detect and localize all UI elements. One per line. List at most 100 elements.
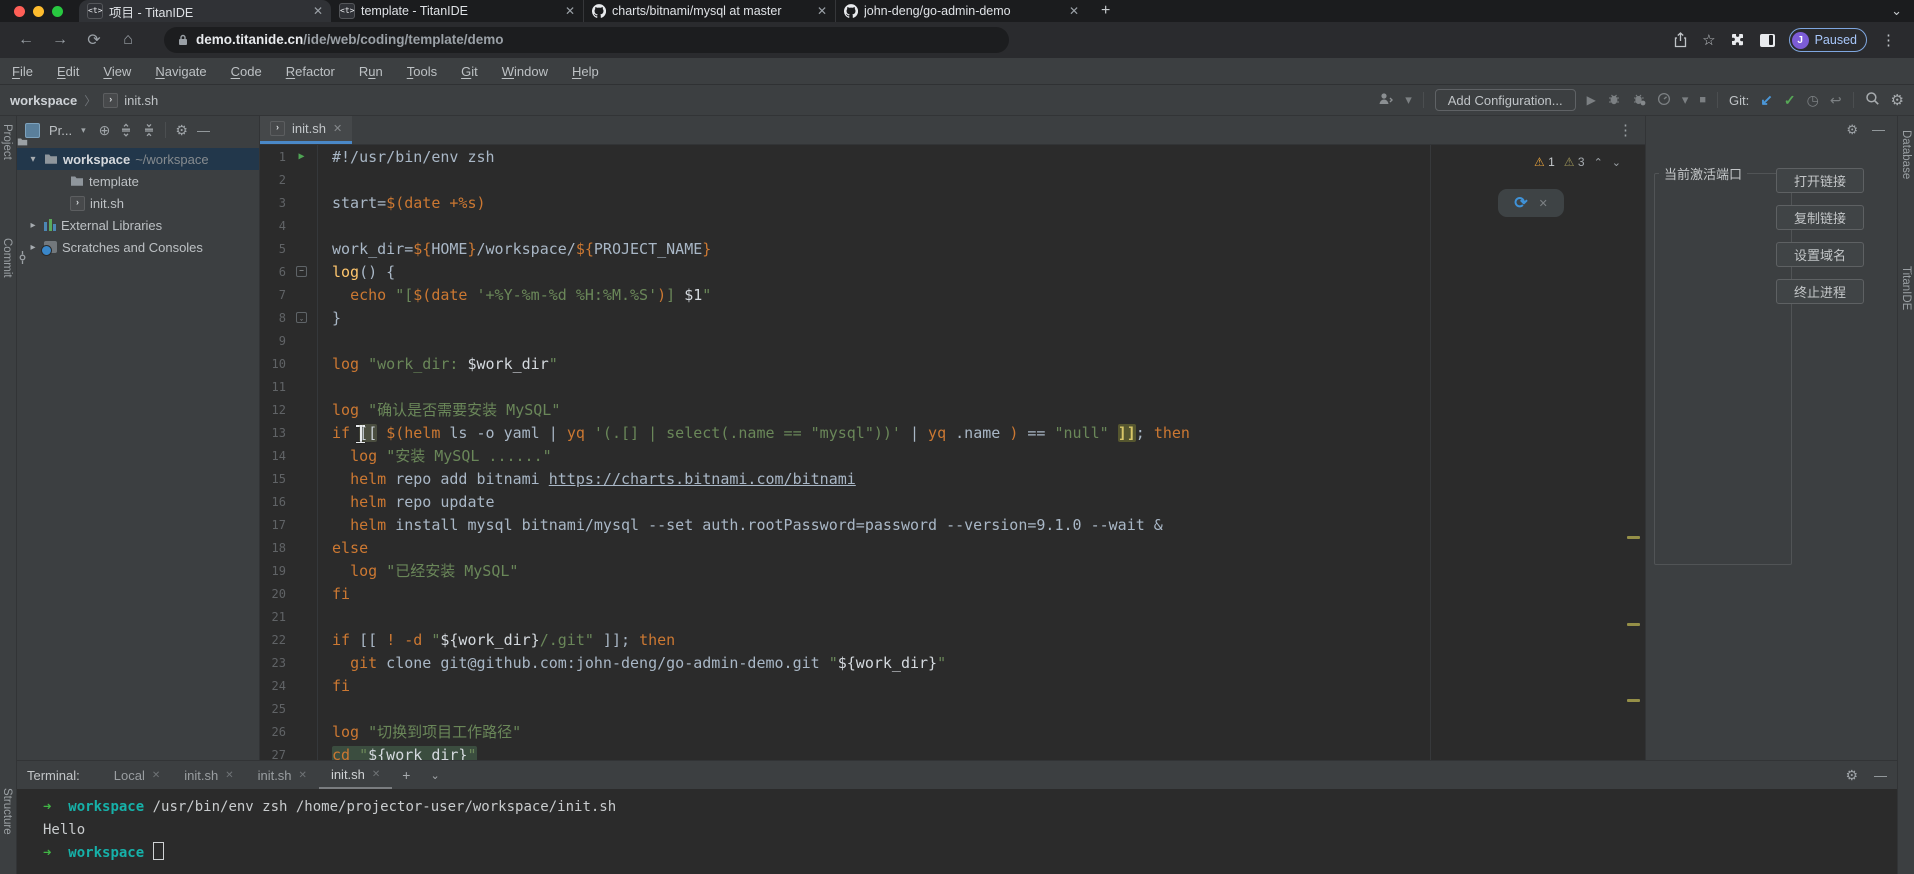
menu-item-window[interactable]: Window [502,64,548,79]
terminal-tab[interactable]: Local✕ [102,761,172,789]
hide-panel-icon[interactable]: — [197,123,210,138]
browser-tab[interactable]: charts/bitnami/mysql at master✕ [583,0,835,22]
menu-item-navigate[interactable]: Navigate [155,64,206,79]
fold-end-marker-icon[interactable]: ˬ [296,312,307,323]
collapse-all-icon[interactable] [142,123,156,137]
new-tab-button[interactable]: + [1087,0,1124,22]
editor-tab-close-icon[interactable]: ✕ [333,122,342,135]
profiler-button[interactable] [1657,92,1671,109]
tree-item-scratches-and-consoles[interactable]: ▸Scratches and Consoles [17,236,259,258]
run-options-chevron-icon[interactable]: ▾ [1682,92,1689,108]
breadcrumb-root[interactable]: workspace [10,93,77,108]
search-everywhere-icon[interactable] [1865,91,1880,109]
extensions-puzzle-icon[interactable] [1730,32,1746,48]
menu-item-view[interactable]: View [103,64,131,79]
code-with-me-chevron-icon[interactable]: ▾ [1405,92,1412,108]
port-button[interactable]: 打开链接 [1776,168,1864,193]
debug-button[interactable] [1607,92,1621,109]
port-refresh-popup[interactable]: ⟳ ✕ [1498,189,1564,217]
terminal-tab[interactable]: init.sh✕ [172,761,245,789]
menu-item-tools[interactable]: Tools [407,64,437,79]
port-button[interactable]: 终止进程 [1776,279,1864,304]
git-rollback-icon[interactable]: ↩ [1830,92,1842,109]
terminal-tab-close-icon[interactable]: ✕ [299,770,307,781]
add-configuration-button[interactable]: Add Configuration... [1435,89,1576,111]
git-update-icon[interactable]: ↙ [1760,91,1773,109]
browser-tab[interactable]: john-deng/go-admin-demo✕ [835,0,1087,22]
settings-gear-icon[interactable]: ⚙ [1891,91,1904,109]
minimize-window-button[interactable] [33,6,44,17]
terminal-tab[interactable]: init.sh✕ [319,761,392,789]
browser-tab[interactable]: <t>项目 - TitanIDE✕ [79,0,331,22]
close-window-button[interactable] [14,6,25,17]
browser-tab-close-icon[interactable]: ✕ [313,4,323,18]
expand-all-icon[interactable] [119,123,133,137]
run-line-icon[interactable]: ▶ [298,151,304,162]
tool-stripe-titanide[interactable]: TitanIDE [1900,266,1912,310]
back-button[interactable]: ← [10,31,42,49]
terminal-settings-gear-icon[interactable]: ⚙ [1845,767,1858,784]
tool-stripe-commit[interactable]: Commit [1,238,28,278]
coverage-button[interactable] [1632,92,1646,109]
tree-item-workspace[interactable]: ▾workspace ~/workspace [17,148,259,170]
browser-tab-close-icon[interactable]: ✕ [565,4,575,18]
port-button[interactable]: 设置域名 [1776,242,1864,267]
browser-menu-icon[interactable]: ⋮ [1881,31,1896,49]
tool-stripe-database[interactable]: Database [1900,130,1914,179]
stop-button[interactable]: ■ [1699,94,1706,106]
project-view-chevron-icon[interactable]: ▾ [81,125,86,136]
tree-item-init-sh[interactable]: ›init.sh [17,192,259,214]
zoom-window-button[interactable] [52,6,63,17]
terminal-tab[interactable]: init.sh✕ [246,761,319,789]
close-popup-icon[interactable]: ✕ [1539,197,1548,210]
menu-item-help[interactable]: Help [572,64,599,79]
share-icon[interactable] [1673,32,1688,48]
project-view-dropdown[interactable]: Pr... [49,123,72,138]
locate-file-icon[interactable]: ⊕ [99,122,111,139]
menu-item-git[interactable]: Git [461,64,478,79]
menu-item-run[interactable]: Run [359,64,383,79]
port-panel-gear-icon[interactable]: ⚙ [1846,122,1858,138]
run-button[interactable]: ▶ [1587,93,1596,107]
tab-search-chevron-icon[interactable]: ⌄ [1879,0,1914,22]
terminal-tab-close-icon[interactable]: ✕ [225,770,233,781]
side-panel-icon[interactable] [1760,34,1775,47]
tree-item-template[interactable]: template [17,170,259,192]
new-terminal-icon[interactable]: + [392,761,420,789]
tool-stripe-project[interactable]: Project [1,124,28,160]
fold-marker-icon[interactable]: − [296,266,307,277]
tree-chevron-icon[interactable]: ▸ [27,242,39,253]
menu-item-file[interactable]: File [12,64,33,79]
reload-button[interactable]: ⟳ [78,30,110,50]
menu-item-edit[interactable]: Edit [57,64,79,79]
tree-chevron-icon[interactable]: ▾ [27,154,39,165]
git-history-clock-icon[interactable]: ◷ [1807,92,1819,109]
port-button[interactable]: 复制链接 [1776,205,1864,230]
port-panel-hide-icon[interactable]: — [1872,122,1885,138]
profile-chip[interactable]: J Paused [1789,28,1867,52]
tool-stripe-structure[interactable]: Structure [1,788,13,835]
tree-chevron-icon[interactable]: ▸ [27,220,39,231]
editor-options-icon[interactable]: ⋮ [1606,116,1645,144]
forward-button[interactable]: → [44,31,76,49]
menu-item-refactor[interactable]: Refactor [286,64,335,79]
browser-tab-close-icon[interactable]: ✕ [817,4,827,18]
terminal-tab-close-icon[interactable]: ✕ [152,770,160,781]
inspections-widget[interactable]: ⚠ 1 ⚠ 3 ⌃ ⌄ [1530,153,1625,171]
next-problem-chevron-icon[interactable]: ⌄ [1612,156,1621,169]
git-commit-check-icon[interactable]: ✓ [1784,92,1796,109]
terminal-dropdown-chevron-icon[interactable]: ⌄ [420,761,449,789]
project-settings-gear-icon[interactable]: ⚙ [175,122,188,139]
code-with-me-icon[interactable] [1378,92,1394,109]
terminal-tab-close-icon[interactable]: ✕ [372,769,380,780]
prev-problem-chevron-icon[interactable]: ⌃ [1594,156,1603,169]
bookmark-star-icon[interactable]: ☆ [1702,31,1715,49]
code-editor-area[interactable]: ⚠ 1 ⚠ 3 ⌃ ⌄ ⟳ ✕ 1▶#!/usr/bin/ [260,145,1645,760]
menu-item-code[interactable]: Code [231,64,262,79]
refresh-icon[interactable]: ⟳ [1514,193,1527,213]
browser-tab-close-icon[interactable]: ✕ [1069,4,1079,18]
breadcrumb-file[interactable]: init.sh [124,93,158,108]
editor-tab-init-sh[interactable]: › init.sh ✕ [260,116,352,144]
browser-tab[interactable]: <t>template - TitanIDE✕ [331,0,583,22]
home-button[interactable]: ⌂ [112,31,144,49]
